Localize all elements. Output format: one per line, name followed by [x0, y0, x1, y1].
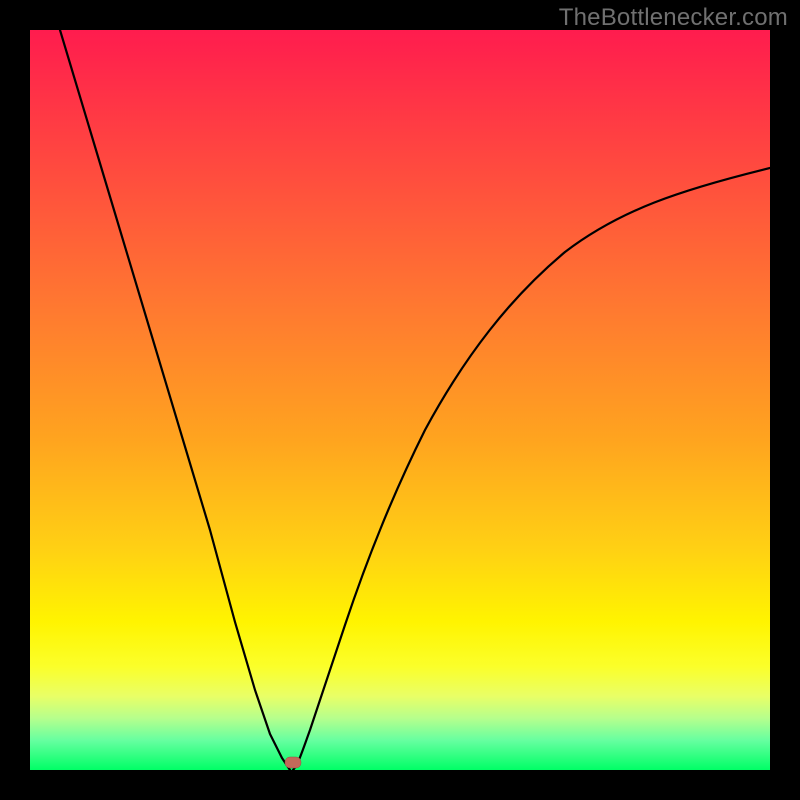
chart-frame: TheBottlenecker.com — [0, 0, 800, 800]
optimum-marker — [285, 757, 301, 768]
bottleneck-curve — [30, 30, 770, 770]
curve-left-branch — [60, 30, 290, 770]
curve-right-branch — [293, 168, 770, 770]
watermark-text: TheBottlenecker.com — [559, 4, 788, 32]
plot-area — [30, 30, 770, 770]
